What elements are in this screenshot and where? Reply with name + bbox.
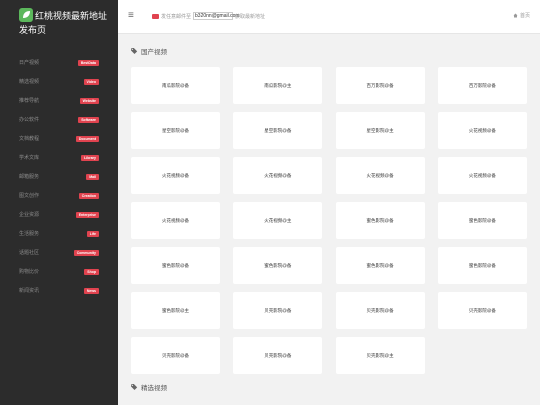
- sidebar-item[interactable]: 企业资源 Enterprise: [0, 205, 118, 224]
- site-card[interactable]: 蜜色影院@备: [233, 247, 323, 284]
- sidebar-item-label: 邮箱服务: [19, 174, 40, 180]
- home-link[interactable]: 首页: [513, 12, 530, 19]
- sidebar-item-badge: BestData: [77, 59, 99, 66]
- sidebar: 红桃视频最新地址发布页 日产视频 BestData 精选视频 Video 推荐导航 Web…: [0, 0, 118, 405]
- sidebar-item-label: 精选视频: [19, 79, 40, 85]
- video-site-grid: 南瓜影院@备 南瓜影院@主 百万影院@备 百万影院@备 星空影院@备 星空影院@备 星空影院…: [131, 67, 528, 374]
- sidebar-item-badge: Video: [83, 78, 99, 85]
- site-card[interactable]: 火花视频@备: [335, 157, 425, 194]
- home-label: 首页: [519, 13, 530, 19]
- site-card[interactable]: 百万影院@备: [335, 67, 425, 104]
- site-card[interactable]: 蜜色影院@备: [437, 247, 527, 284]
- sidebar-item-label: 日产视频: [19, 60, 40, 66]
- section-title-text: 精选视频: [141, 385, 167, 392]
- main-content: 国产视频 南瓜影院@备 南瓜影院@主 百万影院@备 百万影院@备 星空影院@备 星空影院@…: [118, 34, 540, 405]
- site-card[interactable]: 贝壳影院@备: [131, 337, 220, 374]
- site-card[interactable]: 星空影院@备: [131, 112, 220, 149]
- sidebar-item-badge: Software: [78, 116, 99, 123]
- site-card[interactable]: 星空影院@主: [335, 112, 425, 149]
- menu-toggle-icon[interactable]: ≡: [128, 10, 134, 21]
- section-title-featured: 精选视频: [131, 382, 167, 392]
- tag-icon: [131, 48, 138, 54]
- sidebar-item-label: 推荐导航: [19, 98, 40, 104]
- site-card[interactable]: 蜜色影院@主: [131, 292, 220, 329]
- sidebar-item-label: 新闻资讯: [19, 288, 40, 294]
- sidebar-item-label: 办公软件: [19, 117, 40, 123]
- sidebar-item-badge: Website: [79, 97, 99, 104]
- sidebar-item-badge: News: [83, 287, 99, 294]
- sidebar-item-label: 企业资源: [19, 212, 40, 218]
- sidebar-item[interactable]: 购物比价 Shop: [0, 262, 118, 281]
- sidebar-item-label: 图文创作: [19, 193, 40, 199]
- email-address[interactable]: b320nn@gmail.com: [193, 12, 240, 20]
- leaf-logo-icon: [19, 8, 33, 22]
- sidebar-item-badge: Community: [73, 249, 99, 256]
- sidebar-item[interactable]: 图文创作 Creation: [0, 186, 118, 205]
- sidebar-item[interactable]: 精选视频 Video: [0, 72, 118, 91]
- sidebar-item[interactable]: 日产视频 BestData: [0, 53, 118, 72]
- site-card[interactable]: 贝壳影院@备: [437, 292, 527, 329]
- site-card[interactable]: 蜜色影院@备: [335, 247, 425, 284]
- notice-suffix: 获取最新地址: [235, 13, 266, 20]
- site-card[interactable]: 火花视频@备: [233, 157, 323, 194]
- site-card[interactable]: 火花视频@备: [131, 157, 220, 194]
- site-card[interactable]: 贝壳影院@备: [233, 292, 323, 329]
- mail-icon: [152, 13, 159, 19]
- sidebar-item[interactable]: 邮箱服务 Mail: [0, 167, 118, 186]
- sidebar-item-badge: Document: [75, 135, 99, 142]
- site-card[interactable]: 贝壳影院@主: [335, 337, 425, 374]
- site-card[interactable]: 百万影院@备: [437, 67, 527, 104]
- sidebar-item[interactable]: 文档教程 Document: [0, 129, 118, 148]
- site-card[interactable]: 火花视频@备: [437, 112, 527, 149]
- sidebar-item-label: 学术文库: [19, 155, 40, 161]
- sidebar-item-label: 话题社区: [19, 250, 40, 256]
- brand[interactable]: 红桃视频最新地址发布页: [19, 8, 115, 37]
- site-card[interactable]: 蜜色影院@备: [131, 247, 220, 284]
- sidebar-item[interactable]: 推荐导航 Website: [0, 91, 118, 110]
- sidebar-item[interactable]: 学术文库 Library: [0, 148, 118, 167]
- site-card[interactable]: 蜜色影院@备: [335, 202, 425, 239]
- tag-icon: [131, 384, 138, 390]
- notice-prefix: 发任意邮件至: [161, 13, 192, 20]
- section-title-domestic: 国产视频: [131, 46, 167, 56]
- site-card[interactable]: 火花视频@备: [437, 157, 527, 194]
- sidebar-item[interactable]: 办公软件 Software: [0, 110, 118, 129]
- sidebar-item-label: 文档教程: [19, 136, 40, 142]
- section-title-text: 国产视频: [141, 49, 167, 56]
- sidebar-item-label: 购物比价: [19, 269, 40, 275]
- sidebar-item-badge: Life: [86, 230, 99, 237]
- site-card[interactable]: 贝壳影院@备: [233, 337, 323, 374]
- sidebar-item-badge: Creation: [78, 192, 99, 199]
- sidebar-item[interactable]: 话题社区 Community: [0, 243, 118, 262]
- site-card[interactable]: 南瓜影院@备: [131, 67, 220, 104]
- site-card[interactable]: 火花视频@主: [233, 202, 323, 239]
- site-card[interactable]: 南瓜影院@主: [233, 67, 323, 104]
- sidebar-item-badge: Library: [81, 154, 99, 161]
- site-card[interactable]: 火花视频@备: [131, 202, 220, 239]
- top-bar: ≡ 发任意邮件至 b320nn@gmail.com 获取最新地址 首页: [118, 0, 540, 34]
- sidebar-item-badge: Mail: [86, 173, 99, 180]
- home-icon: [513, 13, 518, 18]
- sidebar-item-badge: Enterprise: [75, 211, 99, 218]
- email-notice: 发任意邮件至 b320nn@gmail.com 获取最新地址: [152, 12, 265, 20]
- site-card[interactable]: 蜜色影院@备: [437, 202, 527, 239]
- site-card[interactable]: 贝壳影院@备: [335, 292, 425, 329]
- sidebar-item-badge: Shop: [84, 268, 99, 275]
- site-card[interactable]: 星空影院@备: [233, 112, 323, 149]
- sidebar-item[interactable]: 新闻资讯 News: [0, 281, 118, 300]
- sidebar-nav: 日产视频 BestData 精选视频 Video 推荐导航 Website 办公软件 Soft…: [0, 53, 118, 300]
- sidebar-item-label: 生活服务: [19, 231, 40, 237]
- sidebar-item[interactable]: 生活服务 Life: [0, 224, 118, 243]
